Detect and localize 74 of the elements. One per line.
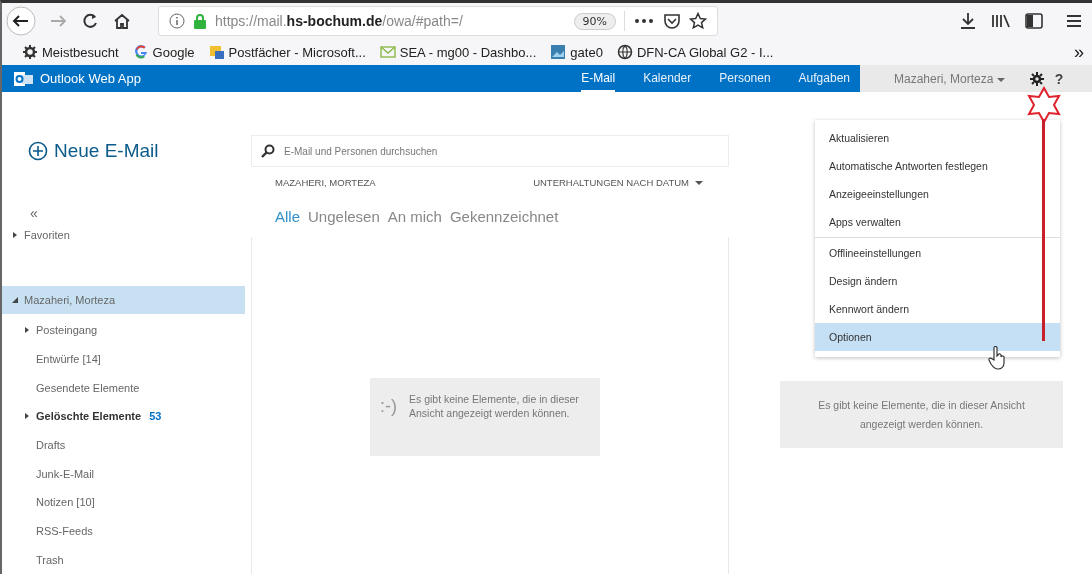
folder-item[interactable]: Favoriten — [2, 221, 245, 249]
caret-icon — [996, 76, 1005, 83]
folder-item[interactable]: Gesendete Elemente — [2, 373, 245, 402]
bookmark-link[interactable]: Meistbesucht — [22, 44, 119, 60]
search-icon — [261, 144, 275, 158]
folder-item[interactable]: Mazaheri, Morteza — [2, 286, 245, 314]
collapsed-triangle-icon[interactable] — [12, 232, 18, 238]
filter-tab[interactable]: An mich — [387, 208, 442, 225]
settings-icon[interactable] — [1029, 71, 1044, 86]
menu-item[interactable]: Optionen — [815, 323, 1060, 351]
filter-tab[interactable]: Gekennzeichnet — [449, 208, 559, 225]
bookmark-link[interactable]: DFN-CA Global G2 - I... — [616, 44, 774, 60]
help-button[interactable]: ? — [1054, 70, 1064, 87]
g-logo-icon — [132, 44, 149, 60]
reload-icon[interactable] — [80, 11, 100, 31]
folder-item[interactable]: RSS-Feeds — [2, 516, 245, 546]
globe-icon — [616, 44, 633, 60]
nav-tab[interactable]: Kalender — [643, 65, 692, 92]
nav-tab[interactable]: E-Mail — [581, 65, 616, 92]
bookmark-link[interactable]: Google — [132, 44, 195, 60]
caret-icon — [695, 179, 703, 186]
star-icon[interactable] — [689, 12, 707, 30]
bookmarks-overflow-button[interactable]: » — [1074, 41, 1084, 63]
bookmark-link[interactable]: gate0 — [550, 44, 603, 60]
back-icon[interactable] — [6, 6, 36, 36]
sort-dropdown[interactable]: UNTERHALTUNGEN NACH DATUM — [533, 177, 703, 188]
nav-tab[interactable]: Aufgaben — [798, 65, 850, 92]
download-icon[interactable] — [958, 11, 978, 31]
menu-item[interactable]: Aktualisieren — [815, 124, 1060, 152]
folder-item[interactable]: Entwürfe [14] — [2, 344, 245, 374]
menu-item[interactable]: Design ändern — [815, 267, 1060, 295]
folder-item[interactable]: Posteingang — [2, 315, 245, 345]
filter-tab[interactable]: Alle — [275, 208, 300, 225]
filter-tab[interactable]: Ungelesen — [308, 208, 380, 225]
collapsed-triangle-icon[interactable] — [24, 327, 30, 334]
zoom-badge[interactable]: 90% — [573, 12, 616, 30]
gear-icon — [22, 44, 38, 60]
address-bar[interactable]: https://mail.hs-bochum.de/owa/#path=/ 90% — [158, 6, 718, 36]
info-icon — [169, 13, 185, 29]
menu-item[interactable]: Kennwort ändern — [815, 295, 1060, 323]
sidebar-icon[interactable] — [1024, 11, 1044, 31]
folder-item[interactable]: Trash — [2, 545, 245, 574]
mailbox-owner: MAZAHERI, MORTEZA — [275, 177, 376, 188]
folder-item[interactable]: Gelöschte Elemente 53 — [2, 402, 245, 431]
bookmark-link[interactable]: SEA - mg00 - Dashbo... — [379, 44, 537, 60]
app-logo-icon — [14, 70, 34, 87]
smiley-emoticon: :-) — [380, 396, 397, 417]
envelope-icon — [379, 44, 396, 60]
new-mail-button[interactable]: Neue E-Mail — [28, 140, 245, 162]
search-field[interactable]: E-Mail und Personen durchsuchen — [251, 135, 729, 167]
home-icon[interactable] — [112, 11, 132, 31]
plus-circle-icon — [28, 141, 48, 161]
menu-item[interactable]: Automatische Antworten festlegen — [815, 152, 1060, 180]
menu-item[interactable]: Apps verwalten — [815, 208, 1060, 236]
user-menu[interactable]: Mazaheri, Morteza — [894, 71, 1005, 86]
image-icon — [550, 44, 567, 60]
folder-item[interactable]: Drafts — [2, 430, 245, 460]
nav-tab[interactable]: Personen — [719, 65, 771, 92]
empty-message: Es gibt keine Elemente, die in dieser Ansicht angezeigt werden können. — [817, 397, 1026, 432]
expanded-triangle-icon[interactable] — [12, 296, 18, 303]
menu-item[interactable]: Anzeigeeinstellungen — [815, 180, 1060, 208]
url-text: https://mail.hs-bochum.de/owa/#path=/ — [215, 13, 464, 29]
pocket-icon[interactable] — [663, 12, 681, 30]
empty-message: Es gibt keine Elemente, die in dieser Ansicht angezeigt werden können. — [409, 392, 580, 421]
folder-item[interactable]: Notizen [10] — [2, 488, 245, 517]
bookmark-link[interactable]: Postfächer - Microsoft... — [208, 44, 366, 60]
unread-count: 53 — [149, 410, 162, 423]
collapse-button[interactable]: « — [30, 205, 245, 221]
folder-icon — [208, 44, 225, 60]
menu-item[interactable]: Offlineeinstellungen — [815, 239, 1060, 267]
lock-icon — [193, 13, 207, 29]
collapsed-triangle-icon[interactable] — [24, 413, 30, 420]
app-title: Outlook Web App — [40, 71, 141, 86]
folder-item[interactable]: Junk-E-Mail — [2, 459, 245, 488]
